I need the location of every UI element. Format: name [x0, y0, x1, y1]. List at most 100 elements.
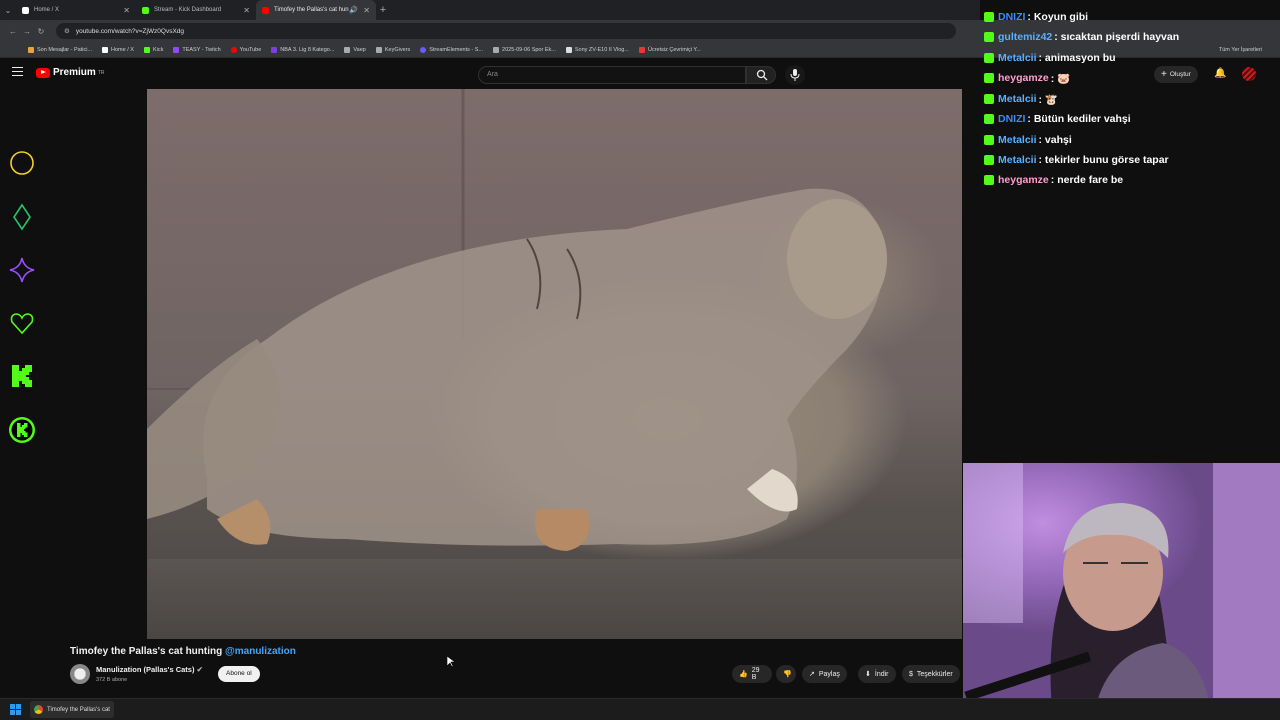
thanks-button[interactable]: $ Teşekkürler	[902, 665, 960, 683]
reload-icon[interactable]: ↻	[34, 27, 48, 36]
thumbs-down-icon: 👎	[783, 671, 792, 678]
bookmark-folder[interactable]: KeyGivers	[375, 46, 410, 53]
circle-icon	[8, 149, 36, 177]
chat-text: : tekirler bunu görse tapar	[1038, 154, 1169, 166]
chat-username[interactable]: heygamze	[998, 72, 1049, 84]
bookmark[interactable]: YouTube	[230, 46, 261, 53]
chat-username[interactable]: heygamze	[998, 174, 1049, 186]
verified-icon: ✔	[196, 665, 203, 674]
windows-start-icon[interactable]	[10, 704, 21, 715]
tab-search-icon[interactable]: ⌄	[0, 6, 16, 15]
heart-icon	[8, 309, 36, 337]
chat-message: heygamze: 🐷	[984, 68, 1070, 88]
chat-username[interactable]: DNIZI	[998, 11, 1025, 23]
chat-username[interactable]: Metalcii	[998, 134, 1037, 146]
share-icon: ↗	[809, 671, 815, 678]
forward-icon[interactable]: →	[20, 27, 34, 36]
chat-message: Metalcii: vahşi	[984, 130, 1072, 150]
microphone-icon	[790, 69, 800, 81]
webcam-feed	[963, 463, 1280, 720]
kick-icon	[142, 6, 149, 14]
close-tab-icon[interactable]: ✕	[123, 6, 130, 15]
stream-chat: DNIZI: Koyun gibi gultemiz42: sıcaktan pi…	[980, 0, 1280, 192]
tab-youtube-video[interactable]: Timofey the Pallas's cat hun 🔊 ✕	[256, 0, 376, 20]
mention-link[interactable]: @manulization	[225, 646, 296, 657]
dislike-button[interactable]: 👎	[776, 665, 796, 683]
diamond-icon	[8, 203, 36, 231]
youtube-logo[interactable]: Premium TR	[36, 67, 104, 78]
menu-icon[interactable]	[12, 67, 23, 76]
bookmark[interactable]: TEASY - Twitch	[173, 46, 221, 53]
mouse-cursor	[447, 656, 455, 668]
bookmark[interactable]: Son Mesajlar - Patici...	[28, 46, 92, 53]
streamer-image	[963, 463, 1280, 720]
bookmark-folder[interactable]: Vaep	[344, 46, 366, 53]
channel-name[interactable]: Manulization (Pallas's Cats) ✔	[96, 665, 203, 674]
chrome-icon	[34, 705, 43, 714]
kick-badge-icon	[984, 32, 994, 42]
new-tab-button[interactable]: +	[376, 4, 390, 16]
kick-badge-icon	[984, 53, 994, 63]
chat-username[interactable]: gultemiz42	[998, 31, 1052, 43]
video-title: Timofey the Pallas's cat hunting @manuli…	[70, 646, 296, 657]
tab-kick-dashboard[interactable]: Stream - Kick Dashboard ✕	[136, 0, 256, 20]
pallas-cat-image	[147, 89, 887, 551]
thanks-icon: $	[909, 670, 913, 678]
tab-x-home[interactable]: Home / X ✕	[16, 0, 136, 20]
channel-avatar[interactable]	[70, 664, 90, 684]
kick-badge-icon	[984, 94, 994, 104]
kick-badge-icon	[984, 155, 994, 165]
bookmark[interactable]: Sony ZV-E10 II Vlog...	[565, 46, 629, 53]
sparkle-icon	[8, 256, 36, 284]
video-player[interactable]	[147, 89, 962, 639]
chat-message: Metalcii: 🐮	[984, 89, 1058, 109]
site-info-icon[interactable]: ⚙	[64, 27, 70, 35]
bookmark[interactable]: StreamElements - S...	[420, 46, 483, 53]
kick-badge-icon	[984, 135, 994, 145]
download-button[interactable]: ⬇ İndir	[858, 665, 896, 683]
search-icon	[756, 69, 768, 81]
chat-username[interactable]: DNIZI	[998, 113, 1025, 125]
chat-message: DNIZI: Bütün kediler vahşi	[984, 109, 1131, 129]
youtube-icon	[262, 6, 269, 14]
bookmark[interactable]: NBA 3. Lig 8 Katego...	[271, 46, 334, 53]
bookmark[interactable]: Kick	[143, 46, 163, 53]
chat-text: : vahşi	[1038, 134, 1072, 146]
chat-text: : 🐮	[1038, 93, 1059, 106]
bookmark[interactable]: Home / X	[102, 46, 134, 53]
chat-username[interactable]: Metalcii	[998, 52, 1037, 64]
chat-message: DNIZI: Koyun gibi	[984, 7, 1088, 27]
kick-circle-icon	[8, 416, 36, 444]
search-input[interactable]: Ara	[478, 66, 746, 84]
chat-username[interactable]: Metalcii	[998, 93, 1037, 105]
kick-badge-icon	[984, 73, 994, 83]
speaker-icon[interactable]: 🔊	[349, 6, 358, 14]
chat-text: : sıcaktan pişerdi hayvan	[1054, 31, 1180, 43]
close-tab-icon[interactable]: ✕	[363, 6, 370, 15]
search-button[interactable]	[746, 66, 776, 84]
chat-username[interactable]: Metalcii	[998, 154, 1037, 166]
chat-message: Metalcii: animasyon bu	[984, 48, 1116, 68]
bookmark[interactable]: Ücretsiz Çevrimiçi Y...	[638, 46, 701, 53]
taskbar: Timofey the Pallas's cat	[0, 698, 1280, 720]
subscriber-count: 372 B abone	[96, 677, 128, 683]
back-icon[interactable]: ←	[6, 27, 20, 36]
voice-search-button[interactable]	[785, 65, 805, 85]
kick-icon	[8, 362, 36, 390]
close-tab-icon[interactable]: ✕	[243, 6, 250, 15]
chat-text: : 🐷	[1050, 72, 1071, 85]
browser-tab-bar: ⌄ Home / X ✕ Stream - Kick Dashboard ✕ Tim…	[0, 0, 980, 20]
download-icon: ⬇	[865, 671, 871, 678]
taskbar-chrome-window[interactable]: Timofey the Pallas's cat	[30, 701, 114, 718]
kick-badge-icon	[984, 114, 994, 124]
chat-message: Metalcii: tekirler bunu görse tapar	[984, 150, 1169, 170]
x-icon	[22, 6, 29, 14]
share-button[interactable]: ↗ Paylaş	[802, 665, 847, 683]
bookmark-folder[interactable]: 2025-09-06 Spor Ek...	[493, 46, 556, 53]
chat-text: : animasyon bu	[1038, 52, 1116, 64]
chat-message: heygamze: nerde fare be	[984, 170, 1123, 190]
subscribe-button[interactable]: Abone ol	[218, 666, 260, 682]
youtube-play-icon	[36, 67, 50, 78]
url-field[interactable]: ⚙ youtube.com/watch?v=ZjWz0QvsXdg	[56, 23, 956, 39]
like-button[interactable]: 👍 29 B	[732, 665, 772, 683]
